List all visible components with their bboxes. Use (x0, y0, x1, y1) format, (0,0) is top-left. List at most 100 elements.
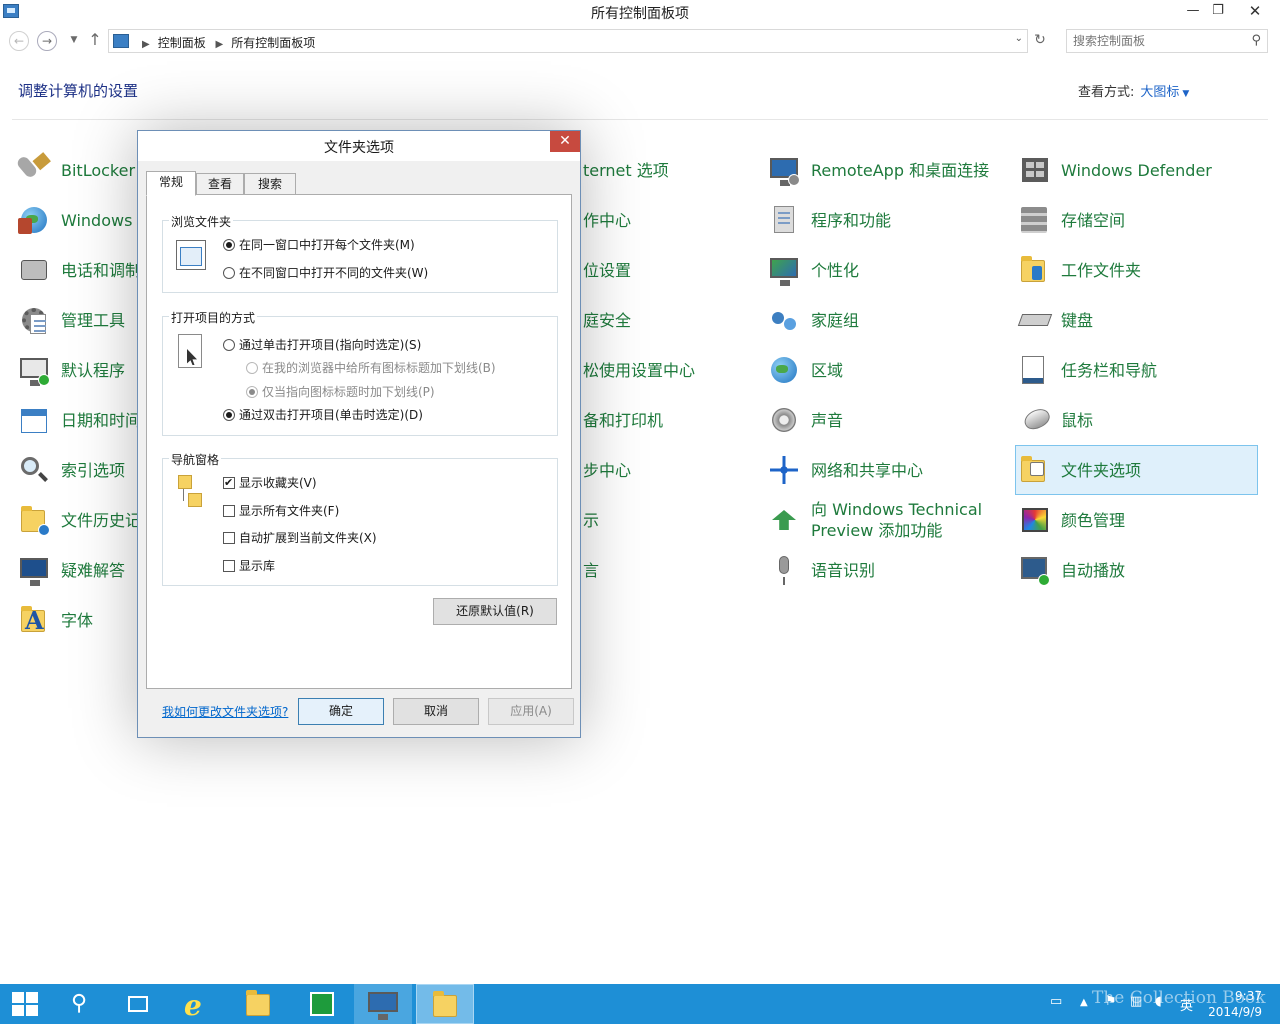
folder-options-icon (433, 991, 457, 1017)
radio-single-click[interactable]: 通过单击打开项目(指向时选定)(S) (223, 336, 421, 353)
checkbox-show-libraries[interactable]: 显示库 (223, 557, 275, 574)
checkbox-show-all-folders[interactable]: 显示所有文件夹(F) (223, 502, 339, 519)
view-by-dropdown[interactable]: 大图标 (1140, 85, 1179, 100)
help-link[interactable]: 我如何更改文件夹选项? (162, 703, 288, 720)
store-taskbar-button[interactable] (292, 984, 350, 1024)
radio-same-window[interactable]: 在同一窗口中打开每个文件夹(M) (223, 236, 415, 253)
item-date-time[interactable]: 日期和时间 (18, 398, 141, 442)
ok-button[interactable]: 确定 (298, 698, 384, 725)
radio-new-window[interactable]: 在不同窗口中打开不同的文件夹(W) (223, 264, 428, 281)
item-default-programs[interactable]: 默认程序 (18, 348, 125, 392)
item-folder-options[interactable]: 文件夹选项 (1015, 445, 1258, 495)
back-button[interactable]: ← (9, 31, 29, 51)
microphone-icon (768, 554, 800, 586)
navigation-pane-icon (178, 475, 206, 515)
item-bitlocker[interactable]: BitLocker (15, 148, 135, 192)
radio-underline-hover[interactable]: 仅当指向图标标题时加下划线(P) (246, 383, 435, 400)
window-title: 所有控制面板项 (591, 6, 689, 22)
breadcrumb-all-items[interactable]: 所有控制面板项 (231, 36, 315, 50)
item-color-management[interactable]: 颜色管理 (1018, 498, 1125, 542)
control-panel-icon (368, 992, 398, 1020)
item-region[interactable]: 区域 (768, 348, 843, 392)
item-indexing-options[interactable]: 索引选项 (18, 448, 125, 492)
search-box[interactable]: ⚲ (1066, 29, 1268, 53)
ie-taskbar-button[interactable]: e (168, 984, 226, 1024)
item-work-folders[interactable]: 工作文件夹 (1018, 248, 1141, 292)
tab-search[interactable]: 搜索 (244, 173, 296, 195)
item-mouse[interactable]: 鼠标 (1018, 398, 1093, 442)
restore-button[interactable]: ❐ (1203, 0, 1233, 22)
click-items-title: 打开项目的方式 (169, 309, 258, 326)
up-button[interactable]: ↑ (85, 31, 105, 51)
item-programs-features[interactable]: 程序和功能 (768, 198, 891, 242)
file-explorer-icon (246, 990, 270, 1016)
header-divider (12, 119, 1268, 120)
view-by: 查看方式: 大图标 ▼ (1078, 81, 1189, 100)
tab-general[interactable]: 常规 (146, 171, 196, 196)
watermark: The Collection Book (1092, 988, 1266, 1008)
show-hidden-icons-icon[interactable]: ▲ (1080, 997, 1088, 1008)
homegroup-icon (768, 304, 800, 336)
chevron-down-icon[interactable]: ▼ (1182, 89, 1189, 99)
globe-icon (768, 354, 800, 386)
phone-icon (18, 254, 50, 286)
item-remoteapp[interactable]: RemoteApp 和桌面连接 (768, 148, 989, 192)
item-personalization[interactable]: 个性化 (768, 248, 859, 292)
task-view-button[interactable] (108, 984, 166, 1024)
view-by-label: 查看方式: (1078, 85, 1135, 100)
address-dropdown-icon[interactable]: ⌄ (1015, 33, 1023, 44)
navigation-bar: ← → ▼ ↑ ▶ 控制面板 ▶ 所有控制面板项 ⌄ ↻ ⚲ (0, 26, 1280, 56)
item-network-sharing[interactable]: 网络和共享中心 (768, 448, 923, 492)
action-center-icon[interactable]: ▭ (1050, 994, 1062, 1009)
click-items-group: 打开项目的方式 通过单击打开项目(指向时选定)(S) 在我的浏览器中给所有图标标… (162, 309, 558, 436)
item-keyboard[interactable]: 键盘 (1017, 298, 1093, 342)
folder-options-dialog: 文件夹选项 ✕ 常规 查看 搜索 浏览文件夹 在同一窗口中打开每个文件夹(M) … (137, 130, 581, 738)
checkbox-auto-expand[interactable]: 自动扩展到当前文件夹(X) (223, 529, 377, 546)
magnifier-icon (18, 454, 50, 486)
item-autoplay[interactable]: 自动播放 (1018, 548, 1125, 592)
network-icon (768, 454, 800, 486)
close-button[interactable]: ✕ (1240, 0, 1270, 22)
explorer-taskbar-button[interactable] (230, 984, 288, 1024)
breadcrumb-separator-icon[interactable]: ▶ (216, 39, 224, 50)
taskbar-icon (1018, 354, 1050, 386)
apply-button[interactable]: 应用(A) (488, 698, 574, 725)
item-windows-defender[interactable]: Windows Defender (1018, 148, 1212, 192)
dialog-close-button[interactable]: ✕ (550, 131, 580, 152)
item-file-history[interactable]: 文件历史记 (18, 498, 141, 542)
personalization-icon (768, 254, 800, 286)
color-management-icon (1018, 504, 1050, 536)
search-taskbar-button[interactable]: ⚲ (50, 984, 108, 1024)
page-title: 调整计算机的设置 (18, 82, 139, 100)
tab-view[interactable]: 查看 (196, 173, 244, 195)
cancel-button[interactable]: 取消 (393, 698, 479, 725)
item-windows-firewall[interactable]: Windows (18, 198, 132, 242)
defender-icon (1018, 154, 1050, 186)
item-admin-tools[interactable]: 管理工具 (18, 298, 125, 342)
item-taskbar-navigation[interactable]: 任务栏和导航 (1018, 348, 1157, 392)
address-bar[interactable]: ▶ 控制面板 ▶ 所有控制面板项 ⌄ (108, 29, 1028, 53)
radio-double-click[interactable]: 通过双击打开项目(单击时选定)(D) (223, 406, 423, 423)
recent-locations-button[interactable]: ▼ (64, 31, 84, 51)
item-troubleshooting[interactable]: 疑难解答 (18, 548, 125, 592)
restore-defaults-button[interactable]: 还原默认值(R) (433, 598, 557, 625)
item-storage-spaces[interactable]: 存储空间 (1018, 198, 1125, 242)
forward-button[interactable]: → (37, 31, 57, 51)
breadcrumb-control-panel[interactable]: 控制面板 (158, 36, 206, 50)
breadcrumb-separator-icon[interactable]: ▶ (142, 39, 150, 50)
fonts-icon: A (18, 604, 50, 636)
item-sound[interactable]: 声音 (768, 398, 843, 442)
task-view-icon (128, 996, 148, 1012)
item-homegroup[interactable]: 家庭组 (768, 298, 859, 342)
refresh-icon[interactable]: ↻ (1030, 32, 1050, 52)
item-speech-recognition[interactable]: 语音识别 (768, 548, 875, 592)
folder-options-taskbar-button[interactable] (416, 984, 474, 1024)
item-fonts[interactable]: A 字体 (18, 598, 93, 642)
item-add-features[interactable]: 向 Windows Technical Preview 添加功能 (768, 498, 991, 542)
item-phone-modem[interactable]: 电话和调制 (18, 248, 141, 292)
checkbox-show-favorites[interactable]: 显示收藏夹(V) (223, 474, 317, 491)
search-icon[interactable]: ⚲ (1251, 33, 1261, 48)
control-panel-taskbar-button[interactable] (354, 984, 412, 1024)
search-input[interactable] (1073, 33, 1243, 49)
radio-underline-all[interactable]: 在我的浏览器中给所有图标标题加下划线(B) (246, 359, 496, 376)
